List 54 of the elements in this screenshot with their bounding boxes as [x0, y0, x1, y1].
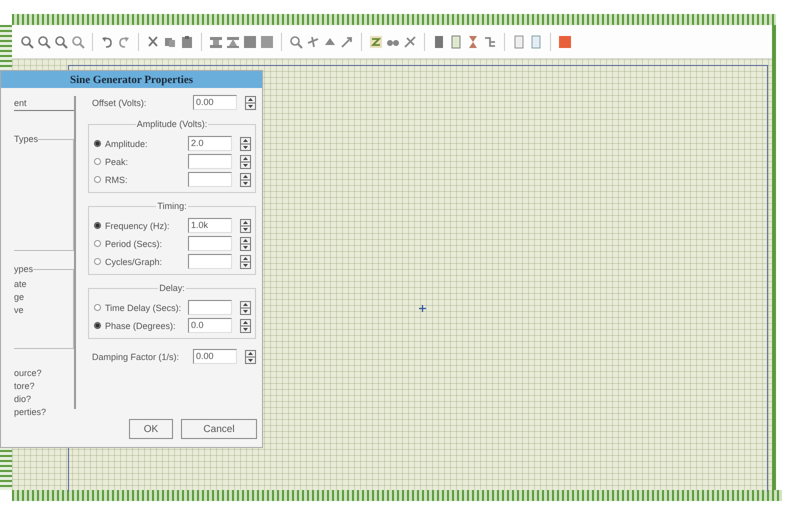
redo-icon[interactable] [117, 34, 131, 48]
spinner-arrows-icon[interactable] [245, 96, 256, 110]
radio-button[interactable] [94, 158, 101, 165]
group-title: Types [14, 134, 38, 144]
spinner-arrows-icon[interactable] [240, 254, 251, 268]
radio-button[interactable] [94, 240, 101, 247]
radio-button[interactable] [94, 304, 101, 311]
option-label: Peak: [105, 156, 130, 166]
option-label: Cycles/Graph: [105, 256, 164, 266]
option-label: ge [14, 291, 26, 304]
scissors-icon[interactable] [146, 34, 160, 48]
spin-field[interactable] [188, 172, 251, 187]
spinner-arrows-icon[interactable] [240, 136, 251, 150]
option-label: Time Delay (Secs): [105, 302, 182, 312]
option-label: Frequency (Hz): [105, 220, 171, 230]
option-label: perties? [14, 406, 48, 419]
spinner-arrows-icon[interactable] [240, 218, 251, 232]
group-title: Delay: [158, 283, 186, 293]
field-label: Damping Factor (1/s): [92, 352, 180, 362]
spin-field[interactable] [188, 236, 251, 251]
dialog-title: Sine Generator Properties [1, 71, 262, 88]
radio-button[interactable] [94, 222, 101, 229]
paste-icon[interactable] [180, 34, 194, 48]
option-label: tore? [14, 380, 36, 393]
option-label: Phase (Degrees): [105, 320, 177, 330]
group-title: ypes [14, 264, 34, 274]
option-label: Amplitude: [105, 138, 149, 148]
option-label: ate [14, 278, 28, 291]
spinner-arrows-icon[interactable] [240, 154, 251, 168]
option-label: ource? [14, 367, 43, 380]
cancel-button[interactable]: Cancel [181, 419, 257, 439]
group-title: Amplitude (Volts): [136, 119, 208, 129]
spinner-arrows-icon[interactable] [240, 300, 251, 314]
radio-button[interactable] [94, 322, 101, 329]
crosshair-icon [419, 305, 426, 312]
spinner-arrows-icon[interactable] [240, 172, 251, 186]
radio-button[interactable] [94, 176, 101, 183]
group-title: Timing: [156, 201, 188, 211]
radio-button[interactable] [94, 140, 101, 147]
option-label: Period (Secs): [105, 238, 164, 248]
field-label: Offset (Volts): [92, 98, 148, 108]
spinner-arrows-icon[interactable] [245, 350, 256, 364]
spinner-arrows-icon[interactable] [240, 236, 251, 250]
zoom-in-icon[interactable] [20, 34, 34, 48]
spin-field[interactable] [188, 300, 251, 315]
spin-field[interactable] [188, 254, 251, 269]
radio-button[interactable] [94, 258, 101, 265]
undo-icon[interactable] [100, 34, 114, 48]
spinner-arrows-icon[interactable] [240, 318, 251, 332]
option-label: ve [14, 304, 25, 317]
spin-field[interactable] [188, 154, 251, 169]
option-label: RMS: [105, 174, 128, 184]
ok-button[interactable]: OK [129, 419, 173, 439]
option-label: dio? [14, 393, 32, 406]
